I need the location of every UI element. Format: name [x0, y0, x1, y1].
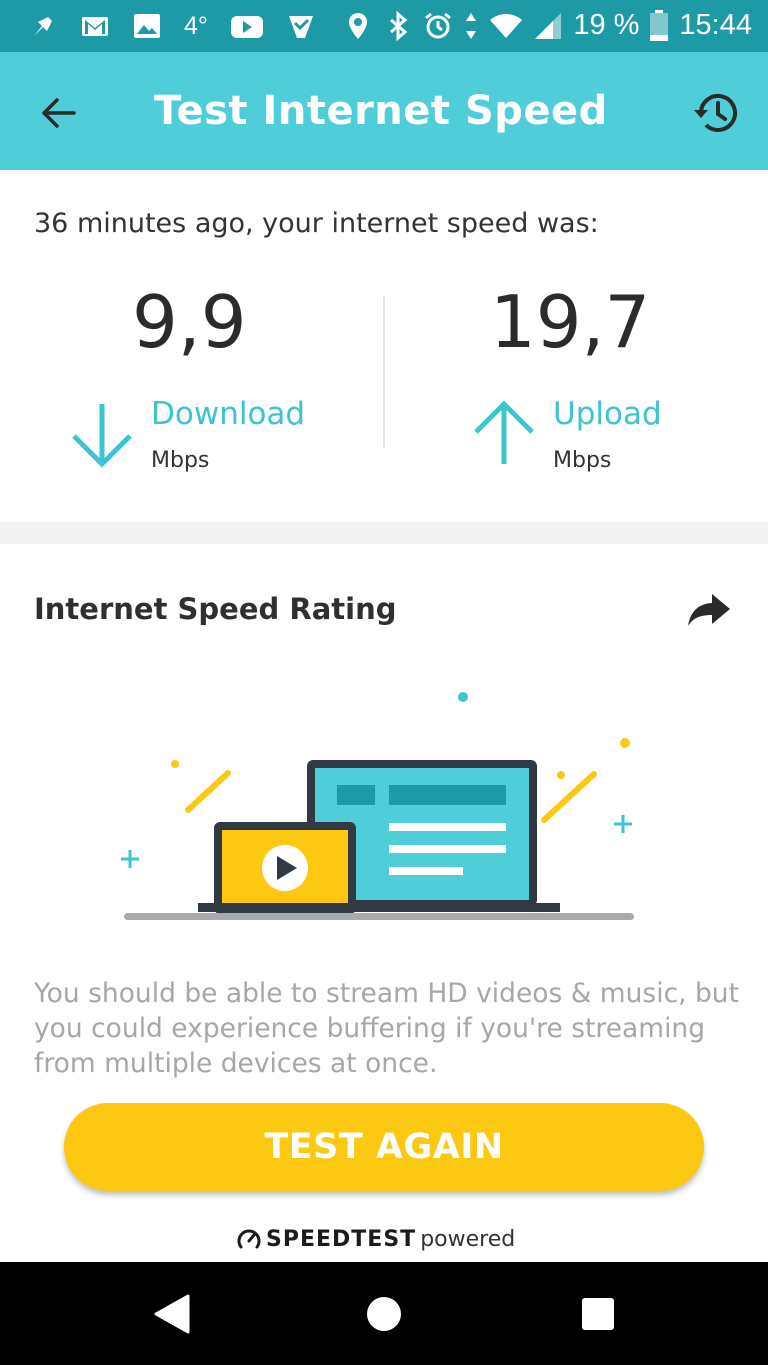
share-icon[interactable]: [686, 590, 732, 630]
upload-label: Upload: [553, 396, 662, 432]
youtube-icon: [230, 16, 263, 38]
bluetooth-icon: [390, 10, 408, 41]
clock-text: 15:44: [679, 9, 752, 41]
pin-icon: [34, 17, 52, 36]
home-circle-icon[interactable]: [364, 1292, 408, 1336]
status-bar: 4° 19 % 15:44: [0, 0, 768, 52]
download-speed-value: 9,9: [132, 280, 247, 364]
back-triangle-icon[interactable]: [150, 1292, 194, 1336]
speed-rating-card: Internet Speed Rating You should be able…: [0, 544, 768, 1262]
battery-icon: [650, 9, 669, 41]
speed-result-card: 36 minutes ago, your internet speed was:…: [0, 170, 768, 522]
speedometer-icon: [237, 1229, 261, 1249]
upload-unit: Mbps: [553, 448, 612, 473]
location-icon: [349, 12, 368, 39]
section-separator: [0, 522, 768, 544]
app-bar: Test Internet Speed: [0, 52, 768, 170]
upload-speed-value: 19,7: [490, 280, 651, 364]
wifi-icon: [490, 13, 523, 38]
speed-divider: [383, 296, 385, 448]
temperature-text: 4°: [184, 11, 208, 40]
status-right: 19 % 15:44: [343, 9, 752, 42]
arrow-up-icon: [474, 400, 534, 464]
history-icon[interactable]: [692, 88, 742, 138]
powered-suffix: powered: [420, 1226, 516, 1252]
system-nav-bar: [0, 1262, 768, 1365]
check-tag-icon: [288, 16, 313, 38]
gmail-icon: [82, 17, 108, 36]
alarm-icon: [425, 12, 452, 38]
battery-text: 19 %: [573, 9, 640, 41]
speedtest-powered-badge: SPEEDTEST powered: [236, 1224, 515, 1254]
rating-description: You should be able to stream HD videos &…: [34, 978, 739, 1079]
streaming-devices-illustration: [121, 692, 634, 920]
recents-square-icon[interactable]: [578, 1292, 622, 1336]
powered-brand: SPEEDTEST: [266, 1226, 417, 1252]
rating-title: Internet Speed Rating: [34, 592, 397, 626]
result-intro-text: 36 minutes ago, your internet speed was:: [34, 208, 599, 239]
test-again-button[interactable]: TEST AGAIN: [64, 1103, 704, 1191]
arrow-left-icon[interactable]: [36, 90, 82, 136]
signal-icon: [535, 12, 562, 39]
download-label: Download: [151, 396, 306, 432]
data-arrows-icon: [466, 12, 477, 39]
download-unit: Mbps: [151, 448, 210, 473]
page-title: Test Internet Speed: [154, 88, 608, 134]
status-left: 4°: [28, 11, 316, 41]
gallery-icon: [134, 14, 160, 38]
arrow-down-icon: [72, 404, 132, 468]
